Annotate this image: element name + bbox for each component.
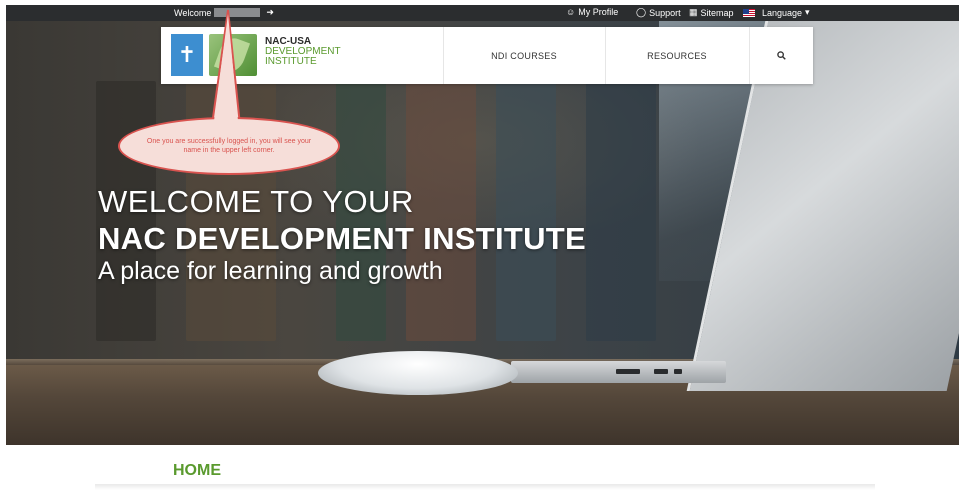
section-heading: HOME bbox=[173, 462, 221, 479]
callout-pointer bbox=[210, 9, 242, 126]
section-divider bbox=[95, 484, 875, 490]
callout-text: One you are successfully logged in, you … bbox=[146, 138, 312, 154]
login-hint-callout: One you are successfully logged in, you … bbox=[118, 117, 340, 175]
